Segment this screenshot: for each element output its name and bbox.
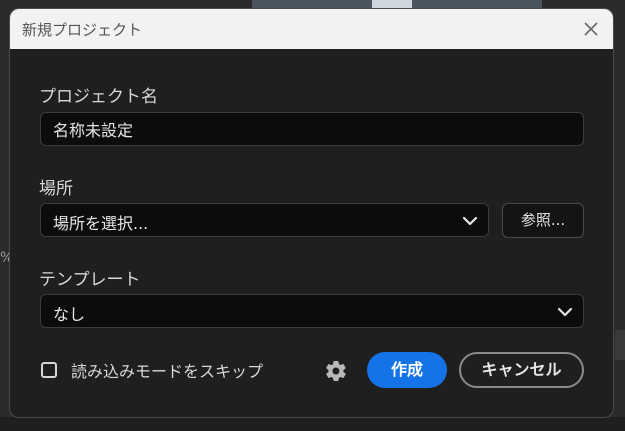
gear-icon[interactable] <box>324 359 348 383</box>
project-name-label: プロジェクト名 <box>39 87 158 107</box>
dialog-title: 新規プロジェクト <box>22 21 143 39</box>
close-icon <box>584 22 598 36</box>
browse-button[interactable]: 参照... <box>502 203 584 238</box>
template-select[interactable]: なし <box>40 294 584 328</box>
location-label: 場所 <box>39 179 73 199</box>
template-label: テンプレート <box>39 270 141 290</box>
close-button[interactable] <box>579 17 603 41</box>
new-project-dialog: 新規プロジェクト プロジェクト名 場所 場所を選択... 参照... テンプレー… <box>9 8 614 418</box>
background-panel <box>615 330 625 360</box>
chevron-down-icon <box>462 216 478 226</box>
skip-import-checkbox[interactable] <box>41 362 57 378</box>
create-button[interactable]: 作成 <box>367 352 447 388</box>
template-select-value: なし <box>53 305 86 324</box>
dialog-titlebar: 新規プロジェクト <box>10 9 613 49</box>
skip-import-label: 読み込みモードをスキップ <box>71 362 264 381</box>
location-select-value: 場所を選択... <box>53 214 149 233</box>
background-bottom-bar <box>0 417 625 431</box>
location-select[interactable]: 場所を選択... <box>40 203 489 237</box>
chevron-down-icon <box>557 307 573 317</box>
cancel-button[interactable]: キャンセル <box>459 352 584 388</box>
background-image <box>252 0 542 8</box>
project-name-input[interactable] <box>40 112 584 146</box>
